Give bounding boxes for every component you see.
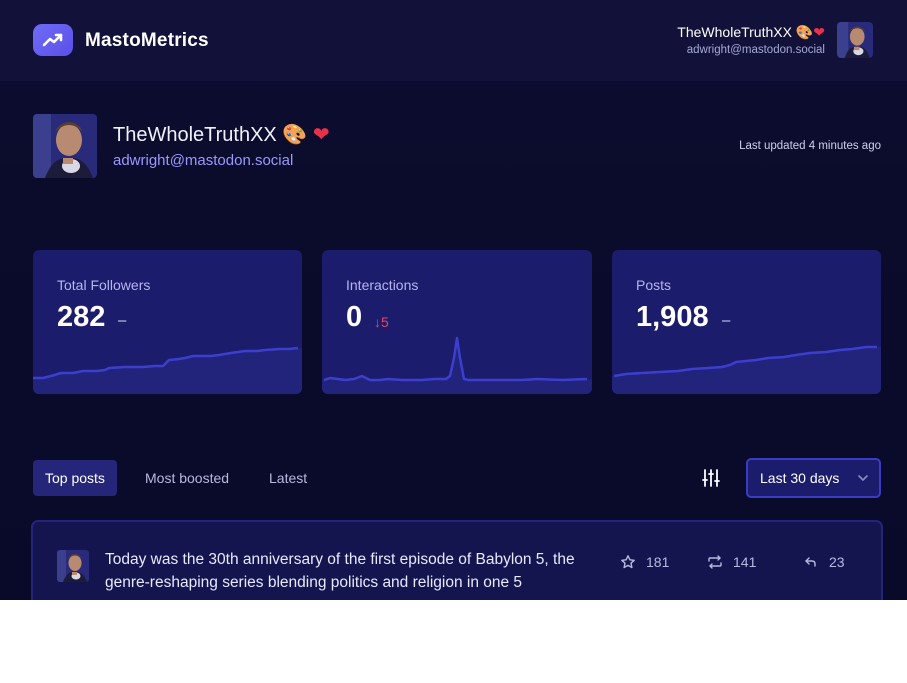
palette-emoji: 🎨 bbox=[282, 124, 308, 146]
stat-trend: – bbox=[118, 312, 127, 329]
sliders-icon[interactable] bbox=[700, 467, 722, 489]
profile-avatar[interactable] bbox=[33, 114, 97, 178]
heart-emoji: ❤ bbox=[312, 124, 330, 146]
followers-sparkline bbox=[33, 346, 302, 394]
interactions-sparkline bbox=[322, 336, 592, 394]
date-range-select[interactable]: Last 30 days bbox=[746, 458, 881, 498]
date-range-label: Last 30 days bbox=[760, 470, 840, 486]
stat-card-interactions: Interactions 0 ↓5 bbox=[322, 250, 592, 394]
stat-card-posts: Posts 1,908 – bbox=[612, 250, 881, 394]
avatar-image bbox=[33, 114, 97, 178]
stat-label: Total Followers bbox=[57, 277, 151, 293]
replies-count: 23 bbox=[803, 554, 845, 570]
tab-latest[interactable]: Latest bbox=[257, 460, 319, 496]
boosts-count: 141 bbox=[707, 554, 756, 570]
heart-emoji: ❤ bbox=[813, 24, 825, 40]
post-avatar bbox=[57, 550, 89, 582]
tab-most-boosted[interactable]: Most boosted bbox=[133, 460, 241, 496]
app-name[interactable]: MastoMetrics bbox=[85, 30, 209, 52]
palette-emoji: 🎨 bbox=[795, 24, 814, 40]
stat-label: Interactions bbox=[346, 277, 419, 293]
profile-handle[interactable]: adwright@mastodon.social bbox=[113, 152, 293, 169]
boosts-value: 141 bbox=[733, 554, 757, 570]
favourites-value: 181 bbox=[646, 554, 670, 570]
avatar-image bbox=[837, 22, 873, 58]
avatar-image bbox=[57, 550, 89, 582]
post-text: Today was the 30th anniversary of the fi… bbox=[105, 551, 575, 591]
stat-trend: – bbox=[722, 312, 731, 329]
app-root: MastoMetrics TheWholeTruthXX 🎨❤ adwright… bbox=[0, 0, 907, 600]
favourites-count: 181 bbox=[620, 554, 669, 570]
posts-sparkline bbox=[612, 345, 881, 394]
header-handle: adwright@mastodon.social bbox=[686, 44, 825, 56]
trend-up-icon bbox=[42, 33, 63, 47]
post-card[interactable]: Today was the 30th anniversary of the fi… bbox=[31, 520, 883, 600]
stat-value: 282 bbox=[57, 301, 106, 333]
last-updated: Last updated 4 minutes ago bbox=[739, 140, 881, 152]
stat-value: 1,908 bbox=[636, 301, 709, 333]
stat-label: Posts bbox=[636, 277, 672, 293]
header-avatar[interactable] bbox=[837, 22, 873, 58]
profile-display-name-text: TheWholeTruthXX bbox=[113, 124, 277, 146]
header-display-name-text: TheWholeTruthXX bbox=[677, 24, 792, 40]
profile-display-name: TheWholeTruthXX 🎨 ❤ bbox=[113, 122, 330, 147]
star-icon bbox=[621, 555, 635, 569]
replies-value: 23 bbox=[829, 554, 845, 570]
tab-top-posts[interactable]: Top posts bbox=[33, 460, 117, 496]
header-display-name: TheWholeTruthXX 🎨❤ bbox=[677, 24, 825, 40]
boost-icon bbox=[708, 555, 722, 569]
top-bar: MastoMetrics TheWholeTruthXX 🎨❤ adwright… bbox=[0, 0, 907, 81]
chevron-down-icon bbox=[858, 475, 868, 481]
header-user-info[interactable]: TheWholeTruthXX 🎨❤ adwright@mastodon.soc… bbox=[677, 24, 825, 56]
app-logo[interactable] bbox=[33, 24, 73, 56]
stat-card-followers: Total Followers 282 – bbox=[33, 250, 302, 394]
reply-icon bbox=[805, 557, 816, 567]
